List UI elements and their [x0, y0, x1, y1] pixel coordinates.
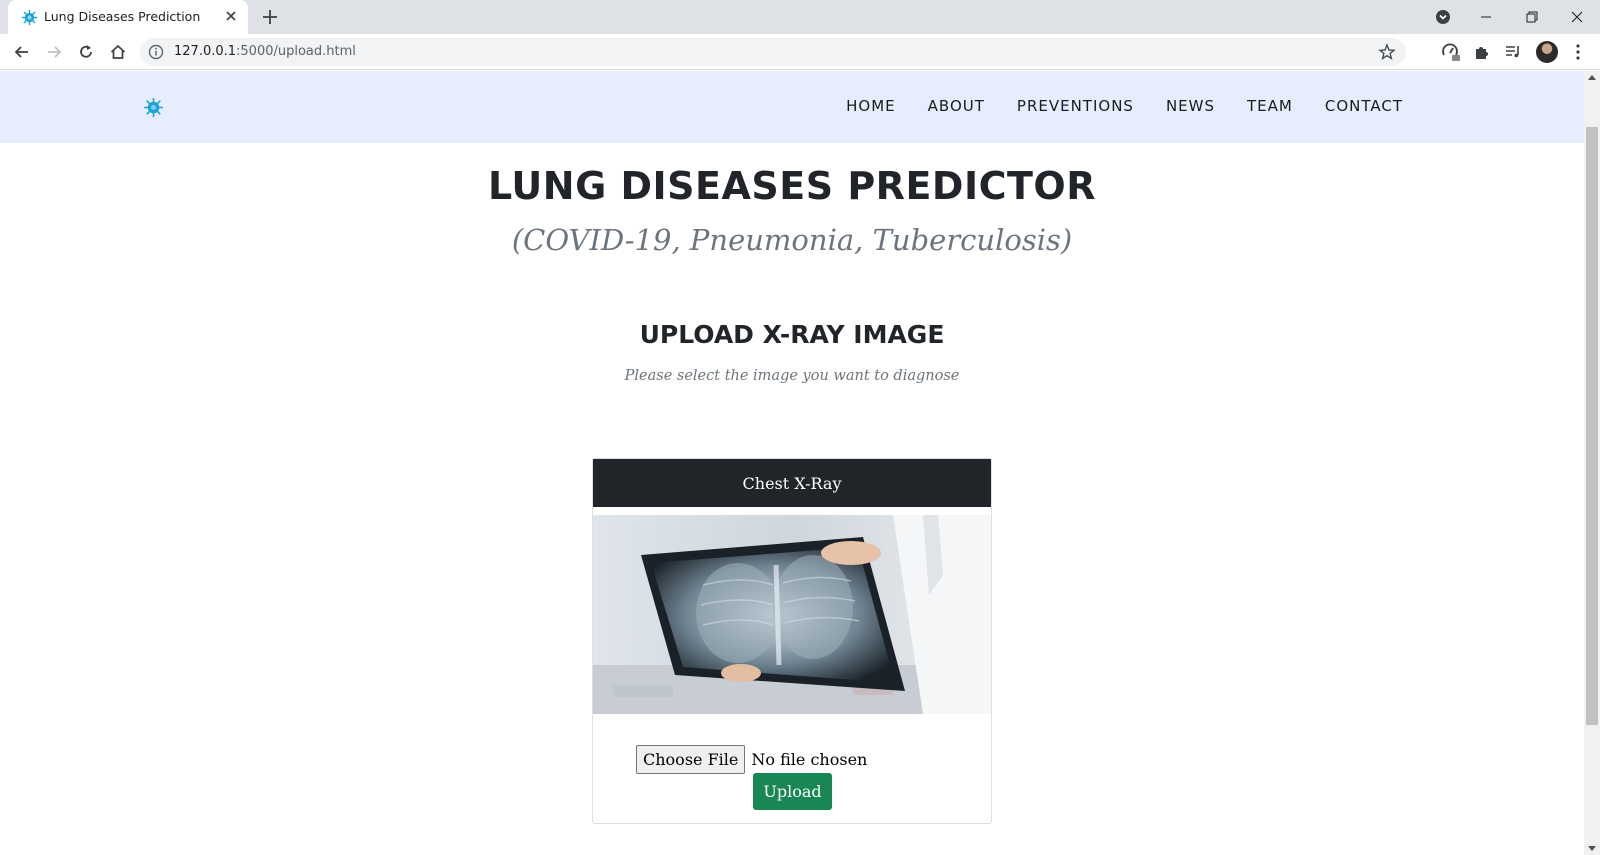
info-icon[interactable]	[148, 44, 164, 60]
home-button[interactable]	[106, 40, 130, 64]
reload-button[interactable]	[74, 40, 98, 64]
kebab-menu-icon	[1576, 44, 1580, 60]
upload-card: Chest X-Ray Choose File No file chosen U…	[592, 458, 992, 824]
browser-tab[interactable]: Lung Diseases Prediction	[8, 0, 248, 34]
media-controls-button[interactable]	[1503, 42, 1523, 62]
browser-tab-strip: Lung Diseases Prediction	[0, 0, 1600, 34]
close-icon	[1571, 11, 1583, 23]
extension-speed-button[interactable]	[1441, 42, 1461, 62]
gauge-icon	[1442, 43, 1460, 61]
minimize-icon	[1481, 16, 1491, 18]
home-icon	[110, 44, 126, 59]
address-bar[interactable]: 127.0.0.1:5000/upload.html	[140, 38, 1406, 66]
chest-xray-image	[593, 515, 991, 714]
file-status: No file chosen	[751, 750, 868, 769]
chevron-down-icon	[1436, 10, 1450, 24]
nav-contact[interactable]: CONTACT	[1325, 97, 1403, 115]
restore-icon	[1526, 11, 1538, 23]
tab-search-button[interactable]	[1420, 0, 1466, 34]
scroll-thumb[interactable]	[1586, 127, 1598, 725]
upload-description: Please select the image you want to diag…	[624, 368, 960, 384]
browser-toolbar: 127.0.0.1:5000/upload.html	[0, 34, 1600, 70]
page-subtitle: (COVID-19, Pneumonia, Tuberculosis)	[511, 223, 1073, 257]
virus-logo-icon[interactable]	[143, 97, 164, 118]
playlist-icon	[1506, 46, 1519, 58]
url-text[interactable]: 127.0.0.1:5000/upload.html	[174, 44, 356, 59]
choose-file-button[interactable]: Choose File	[636, 745, 746, 774]
minimize-button[interactable]	[1463, 0, 1509, 34]
file-input[interactable]: Choose File No file chosen	[636, 745, 867, 774]
puzzle-icon	[1476, 47, 1488, 59]
forward-button[interactable]	[42, 40, 66, 64]
reload-icon	[80, 45, 92, 58]
arrow-left-icon	[14, 46, 28, 58]
profile-avatar[interactable]	[1536, 41, 1558, 63]
scroll-down-arrow-icon[interactable]	[1588, 846, 1596, 851]
site-header: HOME ABOUT PREVENTIONS NEWS TEAM CONTACT	[0, 71, 1584, 143]
upload-button[interactable]: Upload	[753, 773, 832, 810]
extensions-button[interactable]	[1472, 42, 1492, 62]
arrow-right-icon	[48, 46, 62, 58]
scroll-up-arrow-icon[interactable]	[1588, 75, 1596, 80]
nav-about[interactable]: ABOUT	[928, 97, 985, 115]
new-tab-plus-icon[interactable]	[260, 7, 280, 27]
back-button[interactable]	[10, 40, 34, 64]
browser-menu-button[interactable]	[1568, 42, 1588, 62]
close-window-button[interactable]	[1554, 0, 1600, 34]
url-host: 127.0.0.1	[174, 44, 237, 59]
url-path: :5000/upload.html	[236, 44, 356, 59]
bookmark-star-icon[interactable]	[1378, 43, 1396, 61]
nav-team[interactable]: TEAM	[1247, 97, 1293, 115]
nav-news[interactable]: NEWS	[1166, 97, 1215, 115]
upload-heading: UPLOAD X-RAY IMAGE	[639, 320, 945, 349]
tab-title: Lung Diseases Prediction	[44, 9, 201, 24]
card-title: Chest X-Ray	[593, 459, 991, 507]
nav-preventions[interactable]: PREVENTIONS	[1017, 97, 1134, 115]
virus-favicon-icon	[21, 9, 38, 26]
restore-button[interactable]	[1509, 0, 1555, 34]
page-title: LUNG DISEASES PREDICTOR	[488, 164, 1096, 208]
main-nav: HOME ABOUT PREVENTIONS NEWS TEAM CONTACT	[814, 97, 1403, 115]
close-tab-icon[interactable]	[222, 7, 240, 25]
page-scrollbar[interactable]	[1584, 71, 1600, 855]
nav-home[interactable]: HOME	[846, 97, 896, 115]
page-viewport: HOME ABOUT PREVENTIONS NEWS TEAM CONTACT…	[0, 71, 1600, 855]
